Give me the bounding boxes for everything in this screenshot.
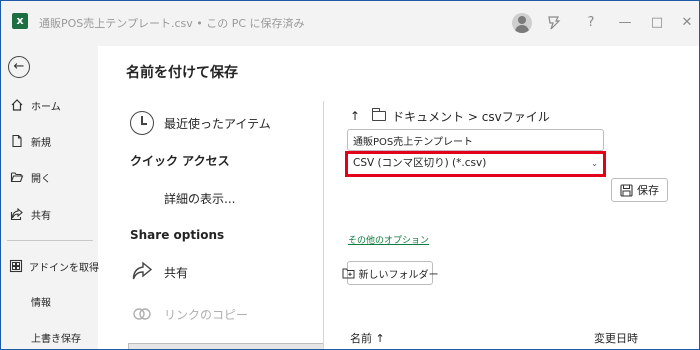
panel-divider <box>323 101 324 349</box>
up-arrow-icon[interactable]: ↑ <box>350 109 360 123</box>
new-folder-icon <box>342 267 355 279</box>
filetype-select[interactable]: CSV (コンマ区切り) (*.csv) ⌄ <box>347 153 604 175</box>
nav-item-info[interactable]: 情報 <box>31 289 117 313</box>
recent-location[interactable]: 最近使ったアイテム <box>130 108 271 138</box>
back-arrow-icon[interactable]: ← <box>8 56 30 78</box>
show-details-link[interactable]: 詳細の表示... <box>164 183 235 213</box>
nav-item-share[interactable]: 共有 <box>9 202 95 226</box>
new-folder-label: 新しいフォルダー <box>358 269 439 281</box>
share-option[interactable]: 共有 <box>130 257 188 287</box>
copy-link-label: リンクのコピー <box>164 307 249 322</box>
filename-input[interactable] <box>347 129 604 151</box>
quick-access-heading: クイック アクセス <box>130 154 230 168</box>
nav-label: 共有 <box>31 210 51 222</box>
nav-item-addins[interactable]: アドインを取得 <box>9 254 99 278</box>
window-title: 通販POS売上テンプレート.csv • この PC に保存済み <box>39 17 305 30</box>
filetype-value: CSV (コンマ区切り) (*.csv) <box>353 157 487 169</box>
clock-icon <box>130 111 154 135</box>
column-header-name[interactable]: 名前 ↑ <box>350 330 385 346</box>
close-button[interactable]: ✕ <box>677 13 697 33</box>
column-header-modified[interactable]: 変更日時 <box>594 330 638 346</box>
addins-icon <box>9 258 23 274</box>
share-label: 共有 <box>164 265 189 280</box>
user-avatar[interactable] <box>512 13 532 33</box>
nav-label: 開く <box>31 173 51 185</box>
folder-icon <box>372 108 387 121</box>
nav-label: ホーム <box>31 101 61 113</box>
copy-link-option[interactable]: リンクのコピー <box>130 299 248 329</box>
save-icon <box>620 183 633 197</box>
nav-divider <box>7 240 93 241</box>
nav-label: アドインを取得 <box>29 262 99 274</box>
new-file-icon <box>9 133 25 149</box>
maximize-button[interactable]: □ <box>647 13 667 33</box>
link-icon <box>130 302 154 326</box>
feedback-icon[interactable] <box>544 13 564 33</box>
new-folder-button[interactable]: 新しいフォルダー <box>342 261 439 285</box>
share-arrow-icon <box>130 260 154 284</box>
nav-label: 新規 <box>31 137 51 149</box>
breadcrumb-path[interactable]: ドキュメント > csvファイル <box>392 108 550 125</box>
title-bar: x 通販POS売上テンプレート.csv • この PC に保存済み ? — □ … <box>1 1 699 46</box>
other-options-link[interactable]: その他のオプション <box>348 233 429 246</box>
page-title: 名前を付けて保存 <box>126 65 238 81</box>
share-options-heading: Share options <box>130 228 225 242</box>
nav-label: 情報 <box>31 297 51 309</box>
nav-item-new[interactable]: 新規 <box>9 129 95 153</box>
minimize-button[interactable]: — <box>615 13 635 33</box>
nav-item-open[interactable]: 開く <box>9 165 95 189</box>
help-button[interactable]: ? <box>583 13 599 33</box>
home-icon <box>9 97 25 113</box>
save-button[interactable]: 保存 <box>611 178 668 202</box>
share-icon <box>9 206 25 222</box>
chevron-down-icon: ⌄ <box>591 159 598 168</box>
open-folder-icon <box>9 169 25 185</box>
save-label: 保存 <box>637 184 659 197</box>
nav-item-home[interactable]: ホーム <box>9 93 95 117</box>
excel-icon: x <box>12 13 28 29</box>
selected-location-bar[interactable] <box>128 343 324 349</box>
nav-label: 上書き保存 <box>31 333 81 345</box>
save-as-window: x 通販POS売上テンプレート.csv • この PC に保存済み ? — □ … <box>0 0 700 350</box>
show-details-label: 詳細の表示... <box>164 191 236 206</box>
recent-label: 最近使ったアイテム <box>164 116 271 131</box>
breadcrumb: ↑ ドキュメント > csvファイル <box>350 107 550 125</box>
backstage-nav: ← ホーム 新規 開く 共有 アドインを取得 情報 上書き保存 <box>1 46 99 349</box>
nav-item-save[interactable]: 上書き保存 <box>31 325 117 349</box>
